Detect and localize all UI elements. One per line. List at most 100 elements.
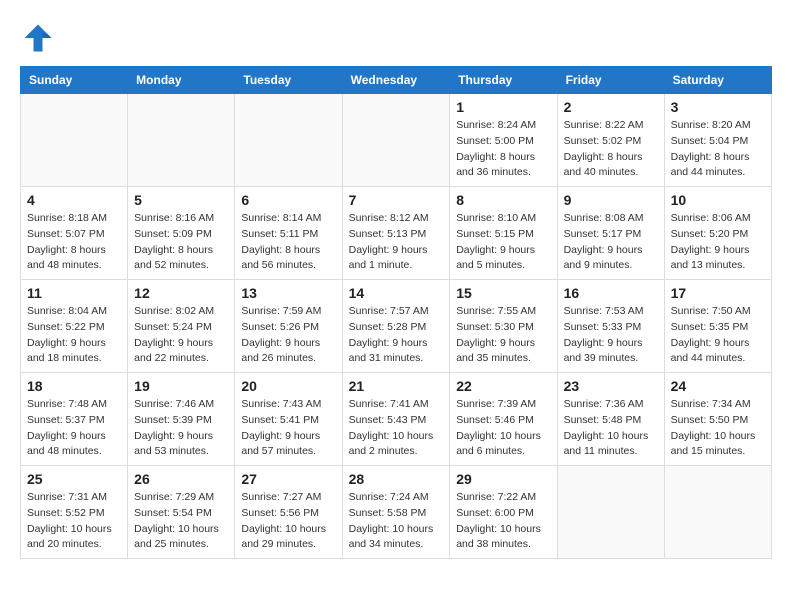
calendar-cell: 28 Sunrise: 7:24 AM Sunset: 5:58 PM Dayli… (342, 466, 450, 559)
calendar-cell (235, 94, 342, 187)
day-info: Sunrise: 8:18 AM Sunset: 5:07 PM Dayligh… (27, 211, 121, 274)
day-info: Sunrise: 7:39 AM Sunset: 5:46 PM Dayligh… (456, 397, 550, 460)
day-info: Sunrise: 8:22 AM Sunset: 5:02 PM Dayligh… (564, 118, 658, 181)
day-number: 8 (456, 192, 550, 208)
calendar-week-2: 4 Sunrise: 8:18 AM Sunset: 5:07 PM Daylig… (21, 187, 772, 280)
day-number: 26 (134, 471, 228, 487)
day-info: Sunrise: 7:22 AM Sunset: 6:00 PM Dayligh… (456, 490, 550, 553)
day-info: Sunrise: 7:24 AM Sunset: 5:58 PM Dayligh… (349, 490, 444, 553)
day-info: Sunrise: 7:34 AM Sunset: 5:50 PM Dayligh… (671, 397, 765, 460)
day-number: 20 (241, 378, 335, 394)
calendar-cell: 10 Sunrise: 8:06 AM Sunset: 5:20 PM Dayli… (664, 187, 771, 280)
calendar-cell: 12 Sunrise: 8:02 AM Sunset: 5:24 PM Dayli… (128, 280, 235, 373)
day-number: 16 (564, 285, 658, 301)
day-info: Sunrise: 8:06 AM Sunset: 5:20 PM Dayligh… (671, 211, 765, 274)
day-number: 29 (456, 471, 550, 487)
weekday-header-monday: Monday (128, 67, 235, 94)
calendar-cell: 16Sunrise: 7:53 AM Sunset: 5:33 PM Dayli… (557, 280, 664, 373)
calendar-cell: 25 Sunrise: 7:31 AM Sunset: 5:52 PM Dayli… (21, 466, 128, 559)
calendar-cell: 11 Sunrise: 8:04 AM Sunset: 5:22 PM Dayli… (21, 280, 128, 373)
weekday-header-saturday: Saturday (664, 67, 771, 94)
day-info: Sunrise: 7:36 AM Sunset: 5:48 PM Dayligh… (564, 397, 658, 460)
day-number: 27 (241, 471, 335, 487)
day-info: Sunrise: 8:02 AM Sunset: 5:24 PM Dayligh… (134, 304, 228, 367)
calendar-cell: 26 Sunrise: 7:29 AM Sunset: 5:54 PM Dayli… (128, 466, 235, 559)
calendar-week-4: 18 Sunrise: 7:48 AM Sunset: 5:37 PM Dayli… (21, 373, 772, 466)
day-info: Sunrise: 8:20 AM Sunset: 5:04 PM Dayligh… (671, 118, 765, 181)
day-info: Sunrise: 7:55 AM Sunset: 5:30 PM Dayligh… (456, 304, 550, 367)
day-info: Sunrise: 8:14 AM Sunset: 5:11 PM Dayligh… (241, 211, 335, 274)
day-info: Sunrise: 7:59 AM Sunset: 5:26 PM Dayligh… (241, 304, 335, 367)
day-number: 3 (671, 99, 765, 115)
day-info: Sunrise: 8:08 AM Sunset: 5:17 PM Dayligh… (564, 211, 658, 274)
day-info: Sunrise: 7:41 AM Sunset: 5:43 PM Dayligh… (349, 397, 444, 460)
calendar-cell: 22 Sunrise: 7:39 AM Sunset: 5:46 PM Dayli… (450, 373, 557, 466)
day-number: 6 (241, 192, 335, 208)
page-header (20, 20, 772, 56)
calendar-week-3: 11 Sunrise: 8:04 AM Sunset: 5:22 PM Dayli… (21, 280, 772, 373)
day-info: Sunrise: 8:16 AM Sunset: 5:09 PM Dayligh… (134, 211, 228, 274)
calendar-cell: 15 Sunrise: 7:55 AM Sunset: 5:30 PM Dayli… (450, 280, 557, 373)
calendar-cell: 4 Sunrise: 8:18 AM Sunset: 5:07 PM Daylig… (21, 187, 128, 280)
day-number: 25 (27, 471, 121, 487)
day-info: Sunrise: 7:50 AM Sunset: 5:35 PM Dayligh… (671, 304, 765, 367)
day-info: Sunrise: 7:46 AM Sunset: 5:39 PM Dayligh… (134, 397, 228, 460)
calendar-cell: 20Sunrise: 7:43 AM Sunset: 5:41 PM Dayli… (235, 373, 342, 466)
day-number: 18 (27, 378, 121, 394)
day-info: Sunrise: 7:57 AM Sunset: 5:28 PM Dayligh… (349, 304, 444, 367)
calendar-table: SundayMondayTuesdayWednesdayThursdayFrid… (20, 66, 772, 559)
day-number: 23 (564, 378, 658, 394)
day-number: 19 (134, 378, 228, 394)
calendar-cell: 5 Sunrise: 8:16 AM Sunset: 5:09 PM Daylig… (128, 187, 235, 280)
calendar-cell (21, 94, 128, 187)
day-number: 21 (349, 378, 444, 394)
calendar-cell: 8 Sunrise: 8:10 AM Sunset: 5:15 PM Daylig… (450, 187, 557, 280)
calendar-cell (128, 94, 235, 187)
day-number: 22 (456, 378, 550, 394)
weekday-header-sunday: Sunday (21, 67, 128, 94)
logo (20, 20, 62, 56)
day-number: 1 (456, 99, 550, 115)
calendar-cell: 29 Sunrise: 7:22 AM Sunset: 6:00 PM Dayli… (450, 466, 557, 559)
day-number: 28 (349, 471, 444, 487)
day-info: Sunrise: 7:48 AM Sunset: 5:37 PM Dayligh… (27, 397, 121, 460)
day-number: 14 (349, 285, 444, 301)
day-info: Sunrise: 7:31 AM Sunset: 5:52 PM Dayligh… (27, 490, 121, 553)
calendar-cell: 24 Sunrise: 7:34 AM Sunset: 5:50 PM Dayli… (664, 373, 771, 466)
calendar-week-1: 1 Sunrise: 8:24 AM Sunset: 5:00 PM Daylig… (21, 94, 772, 187)
day-info: Sunrise: 8:10 AM Sunset: 5:15 PM Dayligh… (456, 211, 550, 274)
weekday-header-thursday: Thursday (450, 67, 557, 94)
day-number: 24 (671, 378, 765, 394)
calendar-cell (557, 466, 664, 559)
calendar-cell: 1 Sunrise: 8:24 AM Sunset: 5:00 PM Daylig… (450, 94, 557, 187)
calendar-cell: 7Sunrise: 8:12 AM Sunset: 5:13 PM Daylig… (342, 187, 450, 280)
calendar-cell: 14 Sunrise: 7:57 AM Sunset: 5:28 PM Dayli… (342, 280, 450, 373)
weekday-header-friday: Friday (557, 67, 664, 94)
day-number: 2 (564, 99, 658, 115)
calendar-cell: 23 Sunrise: 7:36 AM Sunset: 5:48 PM Dayli… (557, 373, 664, 466)
weekday-header-wednesday: Wednesday (342, 67, 450, 94)
calendar-cell: 21 Sunrise: 7:41 AM Sunset: 5:43 PM Dayli… (342, 373, 450, 466)
calendar-cell: 18 Sunrise: 7:48 AM Sunset: 5:37 PM Dayli… (21, 373, 128, 466)
day-number: 17 (671, 285, 765, 301)
day-info: Sunrise: 8:04 AM Sunset: 5:22 PM Dayligh… (27, 304, 121, 367)
day-number: 7 (349, 192, 444, 208)
calendar-cell: 27Sunrise: 7:27 AM Sunset: 5:56 PM Dayli… (235, 466, 342, 559)
day-number: 5 (134, 192, 228, 208)
calendar-week-5: 25 Sunrise: 7:31 AM Sunset: 5:52 PM Dayli… (21, 466, 772, 559)
weekday-header-tuesday: Tuesday (235, 67, 342, 94)
day-number: 11 (27, 285, 121, 301)
calendar-body: 1 Sunrise: 8:24 AM Sunset: 5:00 PM Daylig… (21, 94, 772, 559)
day-number: 15 (456, 285, 550, 301)
day-number: 4 (27, 192, 121, 208)
day-number: 12 (134, 285, 228, 301)
weekday-header-row: SundayMondayTuesdayWednesdayThursdayFrid… (21, 67, 772, 94)
day-info: Sunrise: 8:24 AM Sunset: 5:00 PM Dayligh… (456, 118, 550, 181)
calendar-cell: 3 Sunrise: 8:20 AM Sunset: 5:04 PM Daylig… (664, 94, 771, 187)
day-info: Sunrise: 7:29 AM Sunset: 5:54 PM Dayligh… (134, 490, 228, 553)
calendar-cell: 6 Sunrise: 8:14 AM Sunset: 5:11 PM Daylig… (235, 187, 342, 280)
logo-icon (20, 20, 56, 56)
day-number: 10 (671, 192, 765, 208)
calendar-cell: 2 Sunrise: 8:22 AM Sunset: 5:02 PM Daylig… (557, 94, 664, 187)
calendar-cell (664, 466, 771, 559)
